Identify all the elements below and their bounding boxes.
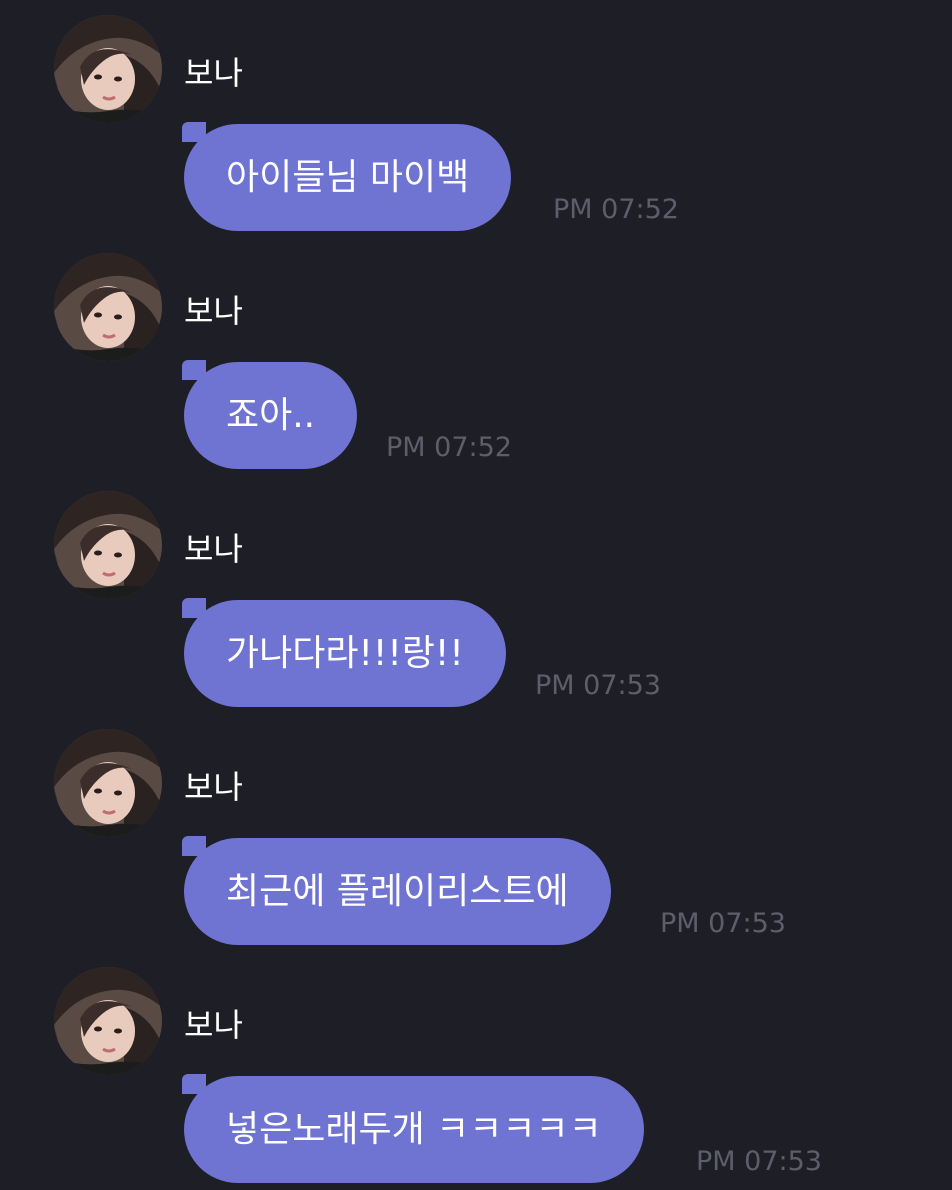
bubble-tail: [182, 598, 206, 618]
bubble-tail: [182, 360, 206, 380]
message-text: 넣은노래두개 ㅋㅋㅋㅋㅋ: [226, 1109, 602, 1150]
profile-photo-icon: [54, 491, 162, 599]
bubble-tail: [182, 836, 206, 856]
profile-photo-icon: [54, 729, 162, 837]
sender-name: 보나: [184, 768, 243, 806]
message-timestamp: PM 07:52: [553, 194, 679, 225]
sender-name: 보나: [184, 54, 243, 92]
bubble-tail: [182, 122, 206, 142]
message-timestamp: PM 07:53: [660, 908, 786, 939]
sender-avatar[interactable]: [54, 253, 162, 361]
sender-name: 보나: [184, 530, 243, 568]
message-timestamp: PM 07:52: [386, 432, 512, 463]
sender-avatar[interactable]: [54, 15, 162, 123]
message-text: 죠아..: [226, 395, 316, 436]
message-bubble[interactable]: 가나다라!!!랑!!: [182, 598, 506, 707]
message-timestamp: PM 07:53: [696, 1146, 822, 1177]
profile-photo-icon: [54, 967, 162, 1075]
profile-photo-icon: [54, 15, 162, 123]
message-text: 가나다라!!!랑!!: [226, 633, 464, 674]
message-bubble[interactable]: 최근에 플레이리스트에: [182, 836, 611, 945]
message-bubble[interactable]: 죠아..: [182, 360, 358, 469]
chat-message: 보나 넣은노래두개 ㅋㅋㅋㅋㅋ PM 07:53: [0, 952, 952, 1190]
message-text: 아이들님 마이백: [226, 157, 470, 198]
message-timestamp: PM 07:53: [535, 670, 661, 701]
chat-message: 보나 최근에 플레이리스트에 PM 07:53: [0, 714, 952, 952]
chat-message-list: 보나 아이들님 마이백 PM 07:52 보나 죠아.. PM 07:52 보나…: [0, 0, 952, 1188]
bubble-tail: [182, 1074, 206, 1094]
sender-name: 보나: [184, 292, 243, 330]
profile-photo-icon: [54, 253, 162, 361]
sender-avatar[interactable]: [54, 491, 162, 599]
message-bubble[interactable]: 넣은노래두개 ㅋㅋㅋㅋㅋ: [182, 1074, 644, 1183]
chat-message: 보나 죠아.. PM 07:52: [0, 238, 952, 476]
message-bubble[interactable]: 아이들님 마이백: [182, 122, 512, 231]
chat-message: 보나 가나다라!!!랑!! PM 07:53: [0, 476, 952, 714]
message-text: 최근에 플레이리스트에: [226, 871, 569, 912]
sender-avatar[interactable]: [54, 729, 162, 837]
sender-name: 보나: [184, 1006, 243, 1044]
chat-message: 보나 아이들님 마이백 PM 07:52: [0, 0, 952, 238]
sender-avatar[interactable]: [54, 967, 162, 1075]
